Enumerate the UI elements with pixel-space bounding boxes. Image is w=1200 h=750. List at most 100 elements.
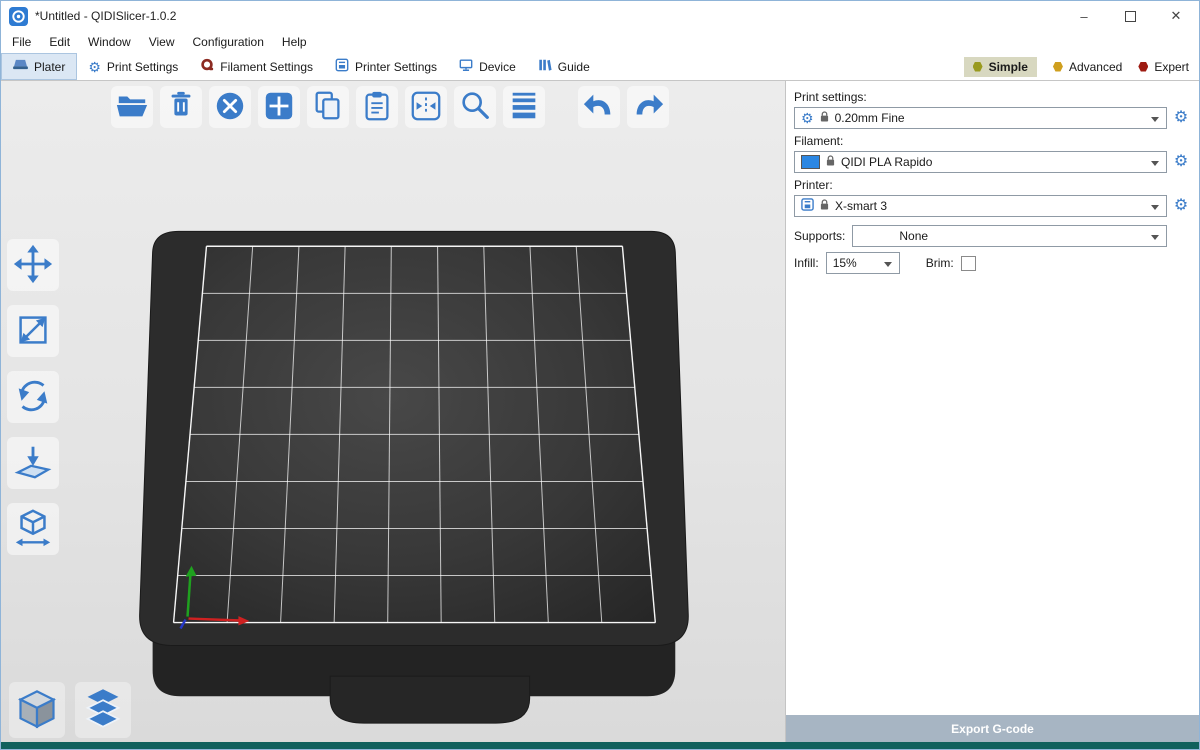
arrange-grid-icon bbox=[262, 89, 296, 126]
tab-guide[interactable]: Guide bbox=[527, 53, 601, 80]
search-button[interactable] bbox=[454, 86, 496, 128]
tab-print-settings[interactable]: ⚙ Print Settings bbox=[77, 53, 189, 80]
paste-icon bbox=[360, 89, 394, 126]
tab-printer-settings[interactable]: Printer Settings bbox=[324, 53, 448, 80]
mode-advanced[interactable]: Advanced bbox=[1053, 60, 1122, 74]
maximize-button[interactable] bbox=[1107, 1, 1153, 31]
copy-button[interactable] bbox=[307, 86, 349, 128]
print-settings-gear-button[interactable]: ⚙ bbox=[1171, 110, 1191, 126]
print-settings-select[interactable]: ⚙ 0.20mm Fine bbox=[794, 107, 1167, 129]
move-icon bbox=[12, 243, 54, 288]
printer-label: Printer: bbox=[794, 178, 1191, 192]
layers-bars-icon bbox=[507, 89, 541, 126]
split-icon bbox=[409, 89, 443, 126]
menu-configuration[interactable]: Configuration bbox=[184, 35, 273, 49]
folder-open-icon bbox=[115, 89, 149, 126]
print-settings-value: 0.20mm Fine bbox=[835, 111, 905, 125]
printer-settings-icon bbox=[335, 58, 349, 75]
maximize-icon bbox=[1125, 11, 1136, 22]
mode-label: Advanced bbox=[1069, 60, 1122, 74]
layers-view-button[interactable] bbox=[75, 682, 131, 738]
filament-icon bbox=[200, 58, 214, 75]
app-window: *Untitled - QIDISlicer-1.0.2 – ✕ File Ed… bbox=[0, 0, 1200, 750]
mode-label: Expert bbox=[1154, 60, 1189, 74]
viewport-3d[interactable] bbox=[1, 81, 785, 742]
menu-edit[interactable]: Edit bbox=[40, 35, 79, 49]
rotate-icon bbox=[12, 375, 54, 420]
solid-view-button[interactable] bbox=[9, 682, 65, 738]
lock-icon bbox=[820, 111, 829, 126]
expert-mode-dot-icon bbox=[1138, 62, 1148, 72]
scale-icon bbox=[12, 309, 54, 354]
printer-icon bbox=[801, 198, 814, 214]
tab-label: Filament Settings bbox=[220, 60, 313, 74]
delete-button[interactable] bbox=[160, 86, 202, 128]
app-logo-icon bbox=[9, 7, 28, 26]
delete-all-button[interactable] bbox=[209, 86, 251, 128]
menu-help[interactable]: Help bbox=[273, 35, 316, 49]
simple-mode-dot-icon bbox=[973, 62, 983, 72]
mode-expert[interactable]: Expert bbox=[1138, 60, 1189, 74]
layers-stack-icon bbox=[81, 687, 125, 734]
scale-button[interactable] bbox=[7, 305, 59, 357]
menu-file[interactable]: File bbox=[3, 35, 40, 49]
menu-window[interactable]: Window bbox=[79, 35, 140, 49]
rotate-button[interactable] bbox=[7, 371, 59, 423]
printer-select[interactable]: X-smart 3 bbox=[794, 195, 1167, 217]
tab-device[interactable]: Device bbox=[448, 53, 527, 80]
tab-label: Guide bbox=[558, 60, 590, 74]
arrange-button[interactable] bbox=[258, 86, 300, 128]
variable-layer-height-button[interactable] bbox=[503, 86, 545, 128]
filament-label: Filament: bbox=[794, 134, 1191, 148]
window-title: *Untitled - QIDISlicer-1.0.2 bbox=[35, 9, 176, 23]
move-button[interactable] bbox=[7, 239, 59, 291]
sidebar: Print settings: ⚙ 0.20mm Fine ⚙ Filament… bbox=[785, 81, 1199, 742]
close-button[interactable]: ✕ bbox=[1153, 1, 1199, 31]
place-on-face-icon bbox=[12, 441, 54, 486]
open-file-button[interactable] bbox=[111, 86, 153, 128]
tab-label: Printer Settings bbox=[355, 60, 437, 74]
advanced-mode-dot-icon bbox=[1053, 62, 1063, 72]
left-toolbar bbox=[7, 239, 59, 555]
cube-icon bbox=[15, 687, 59, 734]
window-controls: – ✕ bbox=[1061, 1, 1199, 31]
brim-checkbox[interactable] bbox=[961, 256, 976, 271]
plater-icon bbox=[13, 59, 28, 74]
export-gcode-button[interactable]: Export G-code bbox=[786, 715, 1199, 742]
filament-gear-button[interactable]: ⚙ bbox=[1171, 154, 1191, 170]
infill-value: 15% bbox=[833, 256, 857, 270]
tabbar: Plater ⚙ Print Settings Filament Setting… bbox=[1, 53, 1199, 81]
tab-plater[interactable]: Plater bbox=[1, 53, 77, 80]
lock-icon bbox=[826, 155, 835, 170]
trash-icon bbox=[164, 89, 198, 126]
infill-select[interactable]: 15% bbox=[826, 252, 900, 274]
print-settings-label: Print settings: bbox=[794, 90, 1191, 104]
tab-label: Print Settings bbox=[107, 60, 178, 74]
supports-value: None bbox=[899, 229, 928, 243]
bottom-strip bbox=[1, 742, 1199, 749]
mode-label: Simple bbox=[989, 60, 1028, 74]
paste-button[interactable] bbox=[356, 86, 398, 128]
split-button[interactable] bbox=[405, 86, 447, 128]
height-range-button[interactable] bbox=[7, 503, 59, 555]
supports-label: Supports: bbox=[794, 229, 845, 243]
menu-view[interactable]: View bbox=[140, 35, 184, 49]
menubar: File Edit Window View Configuration Help bbox=[1, 31, 1199, 53]
lock-icon bbox=[820, 199, 829, 214]
tab-filament-settings[interactable]: Filament Settings bbox=[189, 53, 324, 80]
undo-button[interactable] bbox=[578, 86, 620, 128]
main-area: Print settings: ⚙ 0.20mm Fine ⚙ Filament… bbox=[1, 81, 1199, 742]
gear-icon: ⚙ bbox=[801, 111, 814, 125]
supports-select[interactable]: None bbox=[852, 225, 1167, 247]
copy-icon bbox=[311, 89, 345, 126]
mode-simple[interactable]: Simple bbox=[964, 57, 1037, 77]
view-switch bbox=[9, 682, 131, 738]
printer-gear-button[interactable]: ⚙ bbox=[1171, 198, 1191, 214]
filament-select[interactable]: QIDI PLA Rapido bbox=[794, 151, 1167, 173]
filament-color-swatch bbox=[801, 155, 820, 169]
minimize-button[interactable]: – bbox=[1061, 1, 1107, 31]
place-on-face-button[interactable] bbox=[7, 437, 59, 489]
redo-arrow-icon bbox=[631, 89, 665, 126]
redo-button[interactable] bbox=[627, 86, 669, 128]
print-bed bbox=[1, 81, 785, 742]
